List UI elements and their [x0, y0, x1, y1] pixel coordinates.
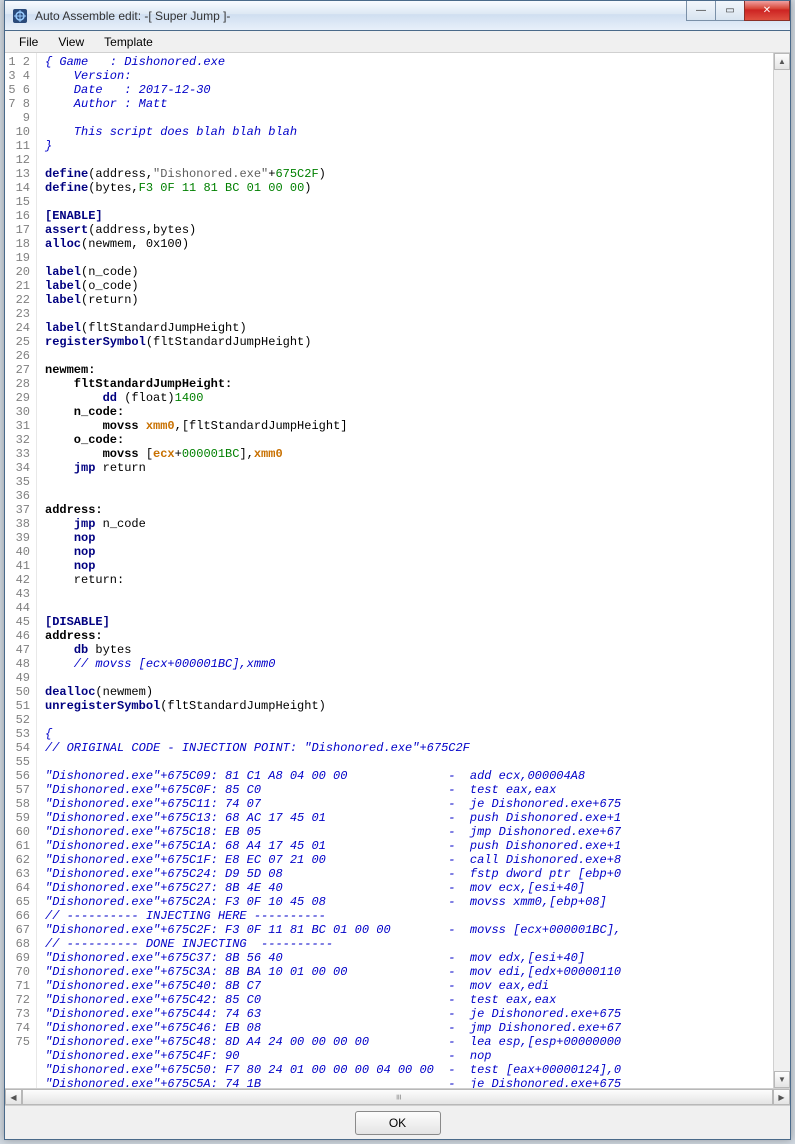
code-line[interactable]: "Dishonored.exe"+675C1A: 68 A4 17 45 01 … — [45, 839, 773, 853]
scroll-down-icon[interactable]: ▼ — [774, 1071, 790, 1088]
code-line[interactable]: nop — [45, 545, 773, 559]
code-line[interactable]: address: — [45, 629, 773, 643]
code-line[interactable]: db bytes — [45, 643, 773, 657]
scroll-right-icon[interactable]: ▶ — [773, 1089, 790, 1105]
code-line[interactable]: [ENABLE] — [45, 209, 773, 223]
maximize-button[interactable]: ▭ — [715, 1, 745, 21]
vertical-scrollbar[interactable]: ▲ ▼ — [773, 53, 790, 1088]
menu-view[interactable]: View — [48, 33, 94, 51]
close-button[interactable]: ✕ — [744, 1, 790, 21]
code-line[interactable] — [45, 587, 773, 601]
code-line[interactable]: { Game : Dishonored.exe — [45, 55, 773, 69]
horizontal-scrollbar[interactable]: ◀ ▶ — [5, 1088, 790, 1105]
code-line[interactable] — [45, 195, 773, 209]
code-line[interactable]: "Dishonored.exe"+675C18: EB 05 - jmp Dis… — [45, 825, 773, 839]
code-line[interactable] — [45, 111, 773, 125]
code-line[interactable]: "Dishonored.exe"+675C27: 8B 4E 40 - mov … — [45, 881, 773, 895]
code-line[interactable]: Version: — [45, 69, 773, 83]
menubar: File View Template — [5, 31, 790, 53]
code-line[interactable]: alloc(newmem, 0x100) — [45, 237, 773, 251]
code-line[interactable]: "Dishonored.exe"+675C2F: F3 0F 11 81 BC … — [45, 923, 773, 937]
scroll-thumb[interactable] — [22, 1089, 773, 1105]
code-line[interactable]: Author : Matt — [45, 97, 773, 111]
code-line[interactable]: dealloc(newmem) — [45, 685, 773, 699]
code-line[interactable]: newmem: — [45, 363, 773, 377]
code-line[interactable]: jmp n_code — [45, 517, 773, 531]
code-line[interactable]: "Dishonored.exe"+675C4F: 90 - nop — [45, 1049, 773, 1063]
code-line[interactable]: label(return) — [45, 293, 773, 307]
ok-button[interactable]: OK — [355, 1111, 441, 1135]
titlebar[interactable]: Auto Assemble edit: -[ Super Jump ]- — ▭… — [5, 1, 790, 31]
code-line[interactable]: nop — [45, 559, 773, 573]
window-title: Auto Assemble edit: -[ Super Jump ]- — [35, 9, 230, 23]
code-line[interactable]: "Dishonored.exe"+675C0F: 85 C0 - test ea… — [45, 783, 773, 797]
code-line[interactable]: jmp return — [45, 461, 773, 475]
scroll-up-icon[interactable]: ▲ — [774, 53, 790, 70]
code-line[interactable] — [45, 755, 773, 769]
code-line[interactable] — [45, 307, 773, 321]
code-line[interactable]: label(fltStandardJumpHeight) — [45, 321, 773, 335]
code-line[interactable]: // ---------- INJECTING HERE ---------- — [45, 909, 773, 923]
code-line[interactable]: Date : 2017-12-30 — [45, 83, 773, 97]
code-line[interactable]: fltStandardJumpHeight: — [45, 377, 773, 391]
code-line[interactable]: [DISABLE] — [45, 615, 773, 629]
line-gutter: 1 2 3 4 5 6 7 8 9 10 11 12 13 14 15 16 1… — [5, 53, 37, 1088]
code-line[interactable]: "Dishonored.exe"+675C3A: 8B BA 10 01 00 … — [45, 965, 773, 979]
code-line[interactable]: // movss [ecx+000001BC],xmm0 — [45, 657, 773, 671]
code-line[interactable]: "Dishonored.exe"+675C1F: E8 EC 07 21 00 … — [45, 853, 773, 867]
code-line[interactable]: address: — [45, 503, 773, 517]
code-line[interactable]: "Dishonored.exe"+675C44: 74 63 - je Dish… — [45, 1007, 773, 1021]
code-line[interactable]: } — [45, 139, 773, 153]
code-line[interactable]: assert(address,bytes) — [45, 223, 773, 237]
app-icon — [11, 7, 29, 25]
window-frame: Auto Assemble edit: -[ Super Jump ]- — ▭… — [4, 0, 791, 1140]
code-area[interactable]: { Game : Dishonored.exe Version: Date : … — [37, 53, 773, 1088]
code-line[interactable]: "Dishonored.exe"+675C11: 74 07 - je Dish… — [45, 797, 773, 811]
code-line[interactable]: movss [ecx+000001BC],xmm0 — [45, 447, 773, 461]
code-line[interactable] — [45, 489, 773, 503]
code-line[interactable] — [45, 475, 773, 489]
code-line[interactable]: "Dishonored.exe"+675C42: 85 C0 - test ea… — [45, 993, 773, 1007]
code-line[interactable]: movss xmm0,[fltStandardJumpHeight] — [45, 419, 773, 433]
code-line[interactable]: define(address,"Dishonored.exe"+675C2F) — [45, 167, 773, 181]
footer: OK — [5, 1105, 790, 1139]
code-line[interactable]: unregisterSymbol(fltStandardJumpHeight) — [45, 699, 773, 713]
code-line[interactable]: "Dishonored.exe"+675C5A: 74 1B - je Dish… — [45, 1077, 773, 1088]
menu-file[interactable]: File — [9, 33, 48, 51]
code-line[interactable]: "Dishonored.exe"+675C2A: F3 0F 10 45 08 … — [45, 895, 773, 909]
scroll-left-icon[interactable]: ◀ — [5, 1089, 22, 1105]
code-line[interactable]: "Dishonored.exe"+675C37: 8B 56 40 - mov … — [45, 951, 773, 965]
code-line[interactable]: label(o_code) — [45, 279, 773, 293]
code-line[interactable]: o_code: — [45, 433, 773, 447]
code-line[interactable]: "Dishonored.exe"+675C50: F7 80 24 01 00 … — [45, 1063, 773, 1077]
code-line[interactable] — [45, 713, 773, 727]
code-line[interactable] — [45, 349, 773, 363]
code-line[interactable]: registerSymbol(fltStandardJumpHeight) — [45, 335, 773, 349]
code-line[interactable]: label(n_code) — [45, 265, 773, 279]
code-line[interactable]: "Dishonored.exe"+675C40: 8B C7 - mov eax… — [45, 979, 773, 993]
code-line[interactable]: return: — [45, 573, 773, 587]
code-line[interactable]: "Dishonored.exe"+675C09: 81 C1 A8 04 00 … — [45, 769, 773, 783]
code-line[interactable]: n_code: — [45, 405, 773, 419]
code-line[interactable]: { — [45, 727, 773, 741]
code-line[interactable]: dd (float)1400 — [45, 391, 773, 405]
code-line[interactable] — [45, 671, 773, 685]
minimize-button[interactable]: — — [686, 1, 716, 21]
code-line[interactable] — [45, 251, 773, 265]
code-line[interactable] — [45, 153, 773, 167]
code-line[interactable] — [45, 601, 773, 615]
code-line[interactable]: // ORIGINAL CODE - INJECTION POINT: "Dis… — [45, 741, 773, 755]
code-line[interactable]: nop — [45, 531, 773, 545]
code-line[interactable]: This script does blah blah blah — [45, 125, 773, 139]
window-buttons: — ▭ ✕ — [687, 1, 790, 21]
code-line[interactable]: // ---------- DONE INJECTING ---------- — [45, 937, 773, 951]
editor: 1 2 3 4 5 6 7 8 9 10 11 12 13 14 15 16 1… — [5, 53, 790, 1088]
menu-template[interactable]: Template — [94, 33, 163, 51]
code-line[interactable]: "Dishonored.exe"+675C46: EB 08 - jmp Dis… — [45, 1021, 773, 1035]
code-line[interactable]: "Dishonored.exe"+675C13: 68 AC 17 45 01 … — [45, 811, 773, 825]
code-line[interactable]: "Dishonored.exe"+675C24: D9 5D 08 - fstp… — [45, 867, 773, 881]
code-line[interactable]: define(bytes,F3 0F 11 81 BC 01 00 00) — [45, 181, 773, 195]
code-line[interactable]: "Dishonored.exe"+675C48: 8D A4 24 00 00 … — [45, 1035, 773, 1049]
